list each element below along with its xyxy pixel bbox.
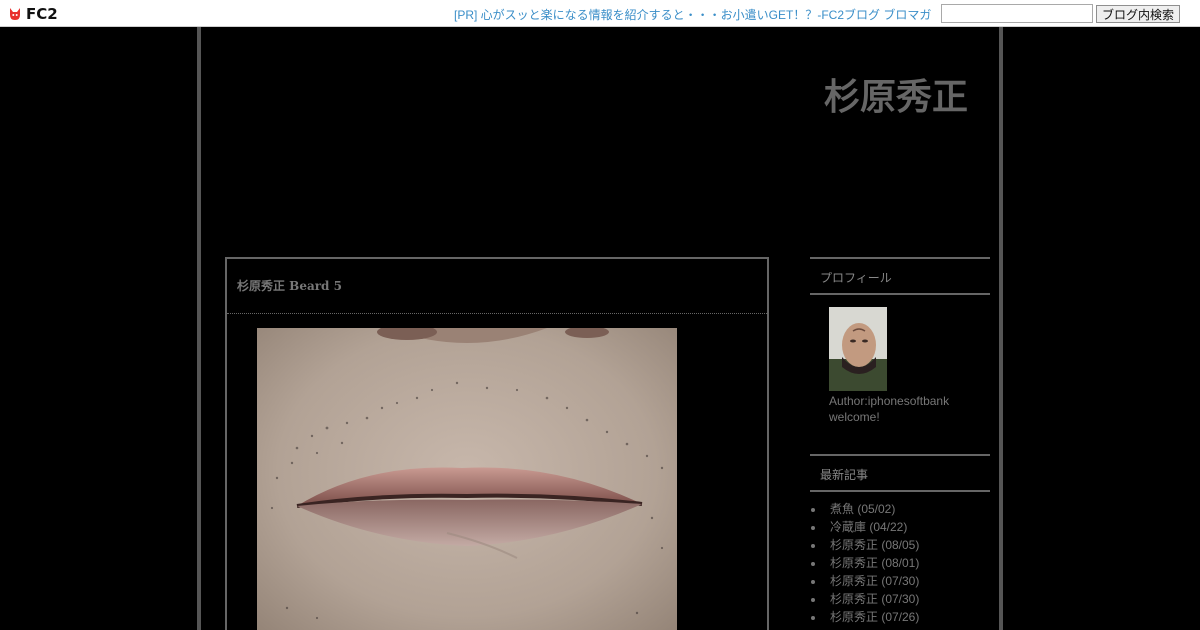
profile-heading-box: プロフィール	[810, 257, 990, 295]
recent-post-item[interactable]: 煮魚 (05/02)	[811, 500, 919, 518]
entry-box: 杉原秀正 Beard 5	[225, 257, 769, 630]
fc2-fox-icon	[10, 7, 20, 20]
recent-post-item[interactable]: 杉原秀正 (07/30)	[811, 572, 919, 590]
fc2-logo[interactable]: FC2	[7, 4, 58, 23]
fc2-header-bar: FC2 [PR] 心がスッと楽になる情報を紹介すると・・・お小遣いGET！？-F…	[0, 0, 1200, 27]
recent-post-item[interactable]: 杉原秀正 (08/01)	[811, 554, 919, 572]
profile-heading: プロフィール	[820, 271, 892, 285]
recent-post-item[interactable]: 杉原秀正 (08/05)	[811, 536, 919, 554]
recent-post-item[interactable]: 冷蔵庫 (04/22)	[811, 518, 919, 536]
entry-photo-lips[interactable]	[257, 328, 677, 630]
entry-title[interactable]: 杉原秀正 Beard 5	[237, 277, 342, 294]
blog-title[interactable]: 杉原秀正	[824, 68, 968, 120]
pr-link[interactable]: [PR] 心がスッと楽になる情報を紹介すると・・・お小遣いGET！？-FC2ブロ…	[454, 6, 931, 23]
entry-divider	[227, 313, 767, 314]
recent-heading-box: 最新記事	[810, 454, 990, 492]
recent-heading: 最新記事	[820, 468, 869, 482]
profile-avatar[interactable]	[829, 307, 887, 391]
profile-author: Author:iphonesoftbank	[829, 394, 950, 408]
recent-posts-list: 煮魚 (05/02) 冷蔵庫 (04/22) 杉原秀正 (08/05) 杉原秀正…	[811, 500, 919, 626]
profile-text: Author:iphonesoftbank welcome!	[829, 393, 949, 425]
recent-post-item[interactable]: 杉原秀正 (07/30)	[811, 590, 919, 608]
blog-search-button[interactable]: ブログ内検索	[1096, 5, 1180, 23]
profile-message: welcome!	[829, 410, 880, 424]
blog-search-input[interactable]	[941, 4, 1093, 23]
fc2-logo-text: FC2	[26, 4, 58, 23]
recent-post-item[interactable]: 杉原秀正 (07/26)	[811, 608, 919, 626]
